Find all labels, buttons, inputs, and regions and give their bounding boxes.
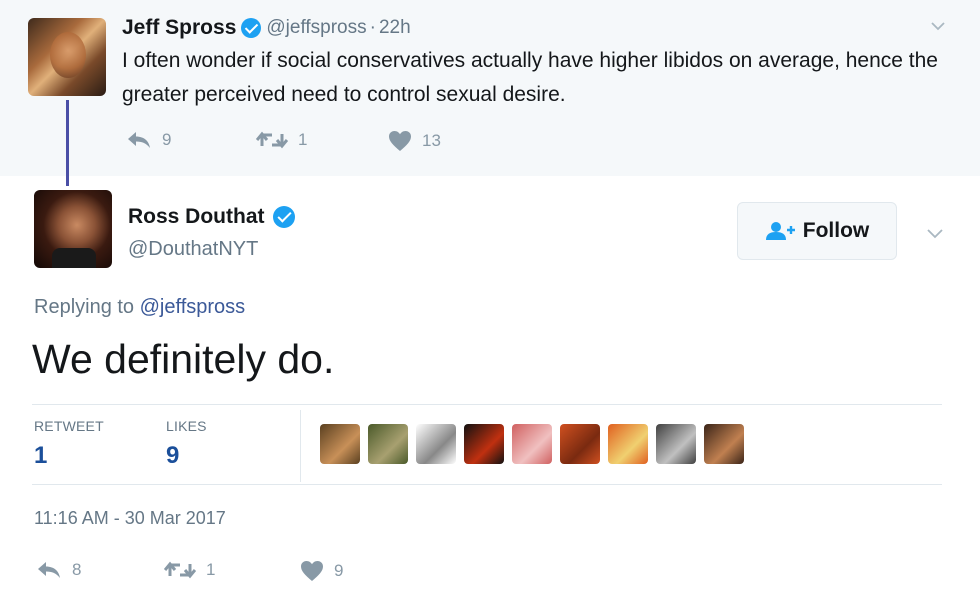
parent-author-handle[interactable]: @jeffspross <box>266 17 366 39</box>
retweets-label: RETWEET <box>34 418 104 434</box>
tweet-timestamp[interactable]: 11:16 AM - 30 Mar 2017 <box>34 508 226 529</box>
liker-avatar[interactable] <box>704 424 744 464</box>
parent-author-name[interactable]: Jeff Spross <box>122 16 236 40</box>
likes-label: LIKES <box>166 418 207 434</box>
retweet-icon <box>164 561 196 579</box>
replying-to-prefix: Replying to <box>34 296 135 318</box>
retweet-button[interactable]: 1 <box>164 560 215 580</box>
main-tweet-text: We definitely do. <box>32 336 335 382</box>
liker-avatar[interactable] <box>320 424 360 464</box>
main-author-name[interactable]: Ross Douthat <box>128 205 265 229</box>
liker-avatar[interactable] <box>368 424 408 464</box>
liker-avatar[interactable] <box>464 424 504 464</box>
avatar[interactable] <box>28 18 106 96</box>
separator: · <box>369 17 376 38</box>
thread-connector-line <box>66 100 69 186</box>
like-button[interactable]: 13 <box>388 130 441 152</box>
retweet-count: 1 <box>206 560 216 579</box>
divider <box>300 410 301 482</box>
likes-stat[interactable]: LIKES 9 <box>166 418 207 470</box>
heart-icon <box>389 131 411 151</box>
liker-avatar[interactable] <box>608 424 648 464</box>
like-count: 9 <box>334 561 344 580</box>
follow-label: Follow <box>802 219 870 242</box>
retweet-button[interactable]: 1 <box>256 130 307 150</box>
liker-avatar[interactable] <box>656 424 696 464</box>
divider <box>32 404 942 405</box>
like-button[interactable]: 9 <box>300 560 343 582</box>
reply-count: 8 <box>72 560 82 579</box>
main-author-handle[interactable]: @DouthatNYT <box>128 238 258 261</box>
divider <box>32 484 942 485</box>
reply-button[interactable]: 9 <box>126 130 171 150</box>
reply-icon <box>38 562 60 578</box>
avatar[interactable] <box>34 190 112 268</box>
chevron-down-icon[interactable] <box>930 18 946 34</box>
heart-icon <box>301 561 323 581</box>
liker-avatar[interactable] <box>416 424 456 464</box>
retweet-count: 1 <box>298 130 308 149</box>
retweet-icon <box>256 131 288 149</box>
like-count: 13 <box>422 131 441 150</box>
reply-icon <box>128 132 150 148</box>
retweets-stat[interactable]: RETWEET 1 <box>34 418 104 470</box>
likers-avatars <box>320 424 744 464</box>
likes-value: 9 <box>166 442 180 469</box>
parent-tweet-header: Jeff Spross @jeffspross · 22h <box>122 14 411 42</box>
follow-button[interactable]: Follow <box>737 202 897 260</box>
liker-avatar[interactable] <box>560 424 600 464</box>
replying-to: Replying to @jeffspross <box>34 296 245 319</box>
reply-button[interactable]: 8 <box>36 560 81 580</box>
parent-tweet-text: I often wonder if social conservatives a… <box>122 49 938 106</box>
retweets-value: 1 <box>34 442 48 469</box>
replying-to-handle-link[interactable]: @jeffspross <box>140 296 246 318</box>
parent-tweet-time[interactable]: 22h <box>379 17 411 39</box>
verified-badge-icon <box>241 18 262 38</box>
add-user-icon <box>765 222 795 240</box>
main-author-name-row: Ross Douthat <box>128 205 295 229</box>
liker-avatar[interactable] <box>512 424 552 464</box>
chevron-down-icon[interactable] <box>926 224 944 242</box>
reply-count: 9 <box>162 130 172 149</box>
parent-tweet[interactable]: Jeff Spross @jeffspross · 22h I often wo… <box>0 0 980 176</box>
verified-badge-icon <box>272 206 295 228</box>
